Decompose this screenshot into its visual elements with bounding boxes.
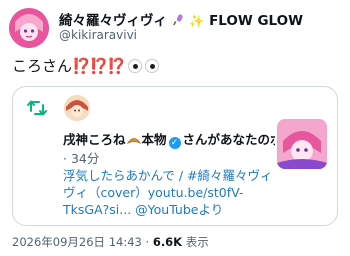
- retweet-icon: [27, 99, 47, 121]
- croissant-icon: [126, 133, 141, 150]
- reposter-name-suffix: 本物: [141, 132, 167, 147]
- interrobang-emojis: ⁉️⁉️⁉️: [72, 57, 126, 75]
- repost-action-text: さんがあなたのポストをリポストしました: [182, 132, 275, 147]
- views-label: 表示: [185, 235, 209, 249]
- time-separator: ·: [63, 151, 67, 166]
- quoted-text-tail: @YouTubeより: [131, 202, 224, 217]
- eyes-emoji-group: [128, 59, 160, 73]
- quoted-text-plain: 浮気したらあかんで /: [63, 168, 188, 183]
- post-timestamp[interactable]: 2026年09月26日 14:43: [12, 235, 142, 249]
- footer-separator: ·: [145, 235, 150, 249]
- post-text: ころさん⁉️⁉️⁉️: [12, 55, 160, 76]
- video-thumbnail[interactable]: [277, 119, 327, 169]
- author-avatar[interactable]: [9, 8, 49, 48]
- post-text-main: ころさん: [12, 57, 73, 75]
- microphone-emoji-icon: [172, 13, 190, 29]
- repost-notification-card[interactable]: 戌神ころね本物✓さんがあなたのポストをリポストしました · 34分 浮気したらあ…: [12, 86, 338, 226]
- eye-icon: [145, 59, 160, 73]
- views-count: 6.6K: [152, 235, 183, 249]
- verified-badge-icon: ✓: [168, 137, 181, 149]
- notification-text: 戌神ころね本物✓さんがあなたのポストをリポストしました · 34分 浮気したらあ…: [63, 131, 275, 218]
- eye-icon: [128, 59, 143, 73]
- author-display-name[interactable]: 綺々羅々ヴィヴィ ✨ FLOW GLOW: [59, 9, 303, 29]
- author-name-suffix: FLOW GLOW: [209, 13, 304, 29]
- reposter-avatar[interactable]: [64, 95, 90, 121]
- post-footer: 2026年09月26日 14:43 · 6.6K 表示: [12, 234, 209, 250]
- time-ago: 34分: [70, 151, 100, 166]
- author-name-text: 綺々羅々ヴィヴィ: [59, 13, 167, 29]
- sparkles-icon: ✨: [189, 14, 205, 28]
- author-handle[interactable]: @kikiraravivi: [59, 28, 137, 42]
- reposter-name[interactable]: 戌神ころね: [63, 132, 126, 147]
